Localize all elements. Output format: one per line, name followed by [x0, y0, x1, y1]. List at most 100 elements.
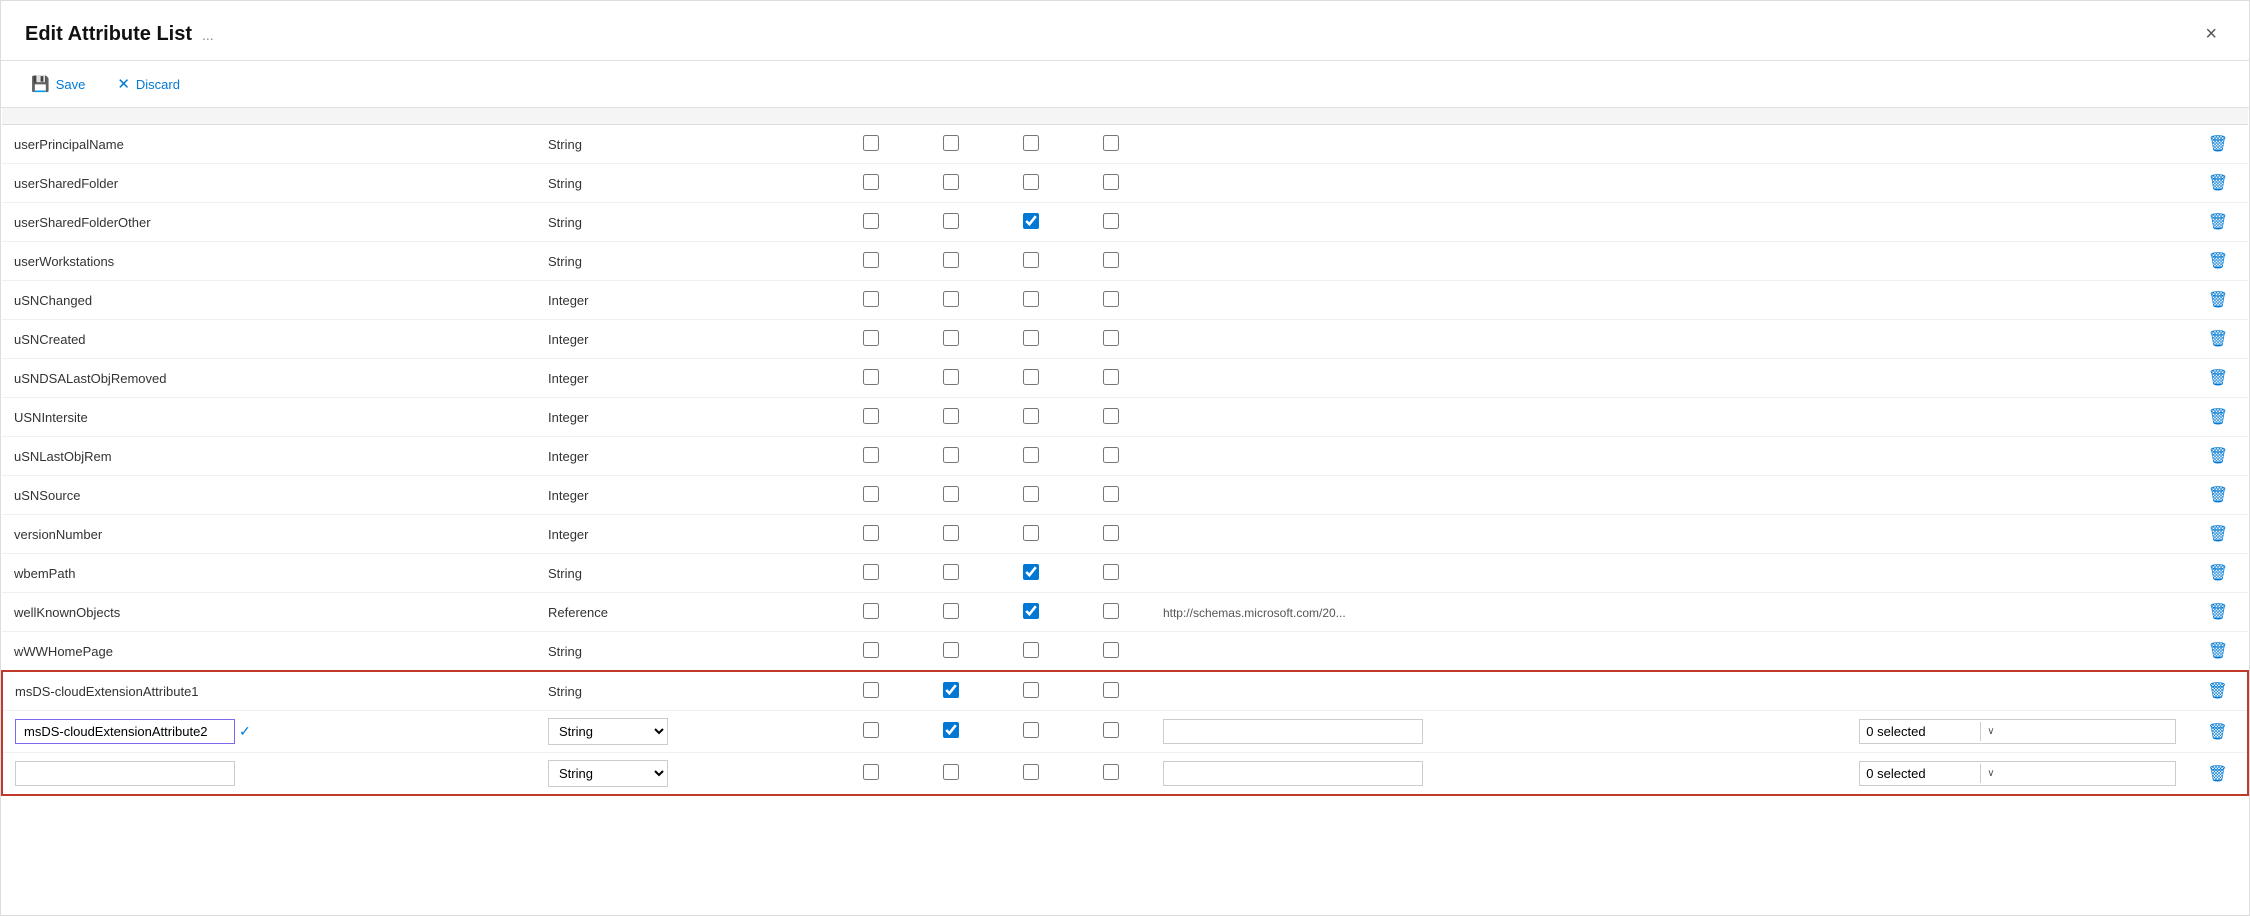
checkbox-2[interactable]: [943, 369, 959, 385]
selected-input[interactable]: [1860, 720, 1980, 743]
checkbox-1[interactable]: [863, 252, 879, 268]
checkbox-1[interactable]: [863, 525, 879, 541]
checkbox-1[interactable]: [863, 174, 879, 190]
delete-button[interactable]: 🗑: [2201, 679, 2233, 703]
delete-button[interactable]: 🗑: [2201, 762, 2233, 786]
checkbox-4[interactable]: [1103, 174, 1119, 190]
checkbox-1[interactable]: [863, 603, 879, 619]
checkbox-3[interactable]: [1023, 682, 1039, 698]
checkbox-2[interactable]: [943, 764, 959, 780]
checkbox-1[interactable]: [863, 564, 879, 580]
checkbox-4[interactable]: [1103, 682, 1119, 698]
type-select[interactable]: StringIntegerBooleanReferenceDateTime: [548, 760, 668, 787]
delete-button[interactable]: 🗑: [2202, 444, 2234, 468]
checkbox-4[interactable]: [1103, 252, 1119, 268]
checkbox-1[interactable]: [863, 447, 879, 463]
selected-combo[interactable]: ∨: [1859, 719, 2176, 744]
checkbox-3[interactable]: [1023, 603, 1039, 619]
chevron-down-icon[interactable]: ∨: [1980, 722, 2000, 741]
checkbox-2[interactable]: [943, 447, 959, 463]
checkbox-1[interactable]: [863, 486, 879, 502]
checkbox-4[interactable]: [1103, 486, 1119, 502]
delete-button[interactable]: 🗑: [2201, 720, 2233, 744]
delete-button[interactable]: 🗑: [2202, 210, 2234, 234]
checkbox-1[interactable]: [863, 330, 879, 346]
checkbox-1[interactable]: [863, 764, 879, 780]
checkbox-2[interactable]: [943, 135, 959, 151]
checkbox-3[interactable]: [1023, 408, 1039, 424]
discard-button[interactable]: ✕ Discard: [111, 71, 186, 97]
checkbox-2[interactable]: [943, 564, 959, 580]
checkbox-3[interactable]: [1023, 330, 1039, 346]
delete-button[interactable]: 🗑: [2202, 561, 2234, 585]
checkbox-4[interactable]: [1103, 408, 1119, 424]
delete-button[interactable]: 🗑: [2202, 600, 2234, 624]
delete-button[interactable]: 🗑: [2202, 171, 2234, 195]
close-button[interactable]: ×: [2197, 19, 2225, 50]
delete-button[interactable]: 🗑: [2202, 366, 2234, 390]
checkbox-2[interactable]: [943, 722, 959, 738]
checkbox-4[interactable]: [1103, 525, 1119, 541]
checkbox-3[interactable]: [1023, 447, 1039, 463]
checkbox-2[interactable]: [943, 252, 959, 268]
checkbox-4[interactable]: [1103, 135, 1119, 151]
delete-button[interactable]: 🗑: [2202, 132, 2234, 156]
checkbox-2[interactable]: [943, 525, 959, 541]
checkbox-3[interactable]: [1023, 213, 1039, 229]
checkbox-3[interactable]: [1023, 722, 1039, 738]
checkbox-1[interactable]: [863, 213, 879, 229]
checkbox-1[interactable]: [863, 722, 879, 738]
delete-button[interactable]: 🗑: [2202, 483, 2234, 507]
checkbox-4[interactable]: [1103, 764, 1119, 780]
checkbox-4[interactable]: [1103, 564, 1119, 580]
checkbox-1[interactable]: [863, 291, 879, 307]
save-button[interactable]: 💾 Save: [25, 71, 91, 97]
checkbox-3[interactable]: [1023, 525, 1039, 541]
checkbox-1[interactable]: [863, 408, 879, 424]
checkbox-1[interactable]: [863, 369, 879, 385]
checkbox-4[interactable]: [1103, 291, 1119, 307]
checkbox-4[interactable]: [1103, 330, 1119, 346]
checkbox-3[interactable]: [1023, 174, 1039, 190]
checkbox-4[interactable]: [1103, 213, 1119, 229]
checkbox-3[interactable]: [1023, 369, 1039, 385]
checkbox-1[interactable]: [863, 682, 879, 698]
type-select[interactable]: StringIntegerBooleanReferenceDateTime: [548, 718, 668, 745]
chevron-down-icon[interactable]: ∨: [1980, 764, 2000, 783]
checkbox-2[interactable]: [943, 603, 959, 619]
checkbox-2[interactable]: [943, 330, 959, 346]
name-input[interactable]: [15, 719, 235, 744]
checkbox-1[interactable]: [863, 642, 879, 658]
checkbox-3[interactable]: [1023, 135, 1039, 151]
delete-button[interactable]: 🗑: [2202, 522, 2234, 546]
name-input-empty[interactable]: [15, 761, 235, 786]
checkbox-3[interactable]: [1023, 564, 1039, 580]
extra-input[interactable]: [1163, 719, 1423, 744]
checkbox-4[interactable]: [1103, 603, 1119, 619]
checkbox-3[interactable]: [1023, 252, 1039, 268]
delete-button[interactable]: 🗑: [2202, 249, 2234, 273]
checkbox-2[interactable]: [943, 486, 959, 502]
checkbox-4[interactable]: [1103, 722, 1119, 738]
checkbox-3[interactable]: [1023, 486, 1039, 502]
delete-button[interactable]: 🗑: [2202, 405, 2234, 429]
checkbox-3[interactable]: [1023, 764, 1039, 780]
delete-button[interactable]: 🗑: [2202, 327, 2234, 351]
checkbox-2[interactable]: [943, 642, 959, 658]
checkbox-2[interactable]: [943, 213, 959, 229]
extra-input[interactable]: [1163, 761, 1423, 786]
checkbox-2[interactable]: [943, 682, 959, 698]
checkbox-4[interactable]: [1103, 447, 1119, 463]
checkbox-4[interactable]: [1103, 642, 1119, 658]
selected-combo[interactable]: ∨: [1859, 761, 2176, 786]
checkbox-2[interactable]: [943, 174, 959, 190]
checkbox-1[interactable]: [863, 135, 879, 151]
checkbox-2[interactable]: [943, 291, 959, 307]
selected-input[interactable]: [1860, 762, 1980, 785]
checkbox-3[interactable]: [1023, 291, 1039, 307]
delete-button[interactable]: 🗑: [2202, 288, 2234, 312]
checkbox-4[interactable]: [1103, 369, 1119, 385]
checkbox-3[interactable]: [1023, 642, 1039, 658]
checkbox-2[interactable]: [943, 408, 959, 424]
delete-button[interactable]: 🗑: [2202, 639, 2234, 663]
